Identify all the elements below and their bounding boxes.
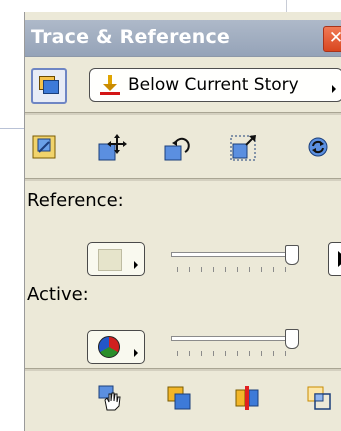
overlap-squares-icon <box>165 386 193 416</box>
placement-row: Below Current Story <box>25 62 341 106</box>
palette-titlebar[interactable]: Trace & Reference ✕ <box>25 20 341 57</box>
toggle-trace-icon <box>31 135 57 164</box>
active-opacity-slider[interactable] <box>171 328 301 356</box>
placement-dropdown[interactable]: Below Current Story <box>89 68 341 102</box>
slider-thumb[interactable] <box>285 245 299 265</box>
reference-flip-button[interactable] <box>328 242 341 276</box>
trace-reference-palette: Trace & Reference ✕ Below Current Story <box>24 12 341 431</box>
reset-trace-icon <box>305 137 331 164</box>
divider <box>25 112 341 115</box>
outline-overlap-button[interactable] <box>305 384 333 412</box>
reset-trace-button[interactable] <box>305 134 333 162</box>
reference-color-swatch <box>98 249 122 271</box>
resize-trace-icon <box>229 135 259 168</box>
overlap-button[interactable] <box>165 384 193 412</box>
slider-ticks <box>177 351 289 356</box>
move-trace-button[interactable] <box>97 134 127 162</box>
close-icon: ✕ <box>328 28 341 48</box>
split-compare-icon <box>233 386 261 416</box>
layer-toggle-button[interactable] <box>31 68 67 104</box>
split-compare-button[interactable] <box>233 384 261 412</box>
divider <box>25 368 341 371</box>
palette-title: Trace & Reference <box>31 26 231 48</box>
slider-ticks <box>177 267 289 272</box>
pan-trace-button[interactable] <box>97 384 125 412</box>
chevron-right-icon <box>134 261 138 269</box>
rotate-trace-icon <box>161 137 191 168</box>
reference-label: Reference: <box>27 190 124 211</box>
reference-opacity-slider[interactable] <box>171 244 301 272</box>
divider <box>25 178 341 181</box>
rotate-trace-button[interactable] <box>161 134 190 162</box>
active-label: Active: <box>27 284 89 305</box>
move-trace-icon <box>97 134 127 168</box>
close-button[interactable]: ✕ <box>323 26 341 52</box>
bottom-tools-row <box>25 380 341 420</box>
slider-track <box>171 336 299 341</box>
resize-trace-button[interactable] <box>229 134 257 162</box>
color-pie-icon <box>98 336 120 358</box>
placement-value: Below Current Story <box>128 75 299 95</box>
trace-tools-row <box>25 122 341 170</box>
reference-color-button[interactable] <box>87 242 145 276</box>
chevron-right-icon <box>332 85 336 93</box>
slider-track <box>171 252 299 257</box>
arrow-down-to-line-icon <box>100 73 120 95</box>
outline-squares-icon <box>305 386 333 416</box>
active-color-button[interactable] <box>87 330 145 364</box>
hand-pan-icon <box>97 385 125 416</box>
slider-thumb[interactable] <box>285 329 299 349</box>
background-guide-line <box>0 128 26 129</box>
toggle-trace-button[interactable] <box>31 134 59 162</box>
chevron-right-icon <box>134 349 138 357</box>
